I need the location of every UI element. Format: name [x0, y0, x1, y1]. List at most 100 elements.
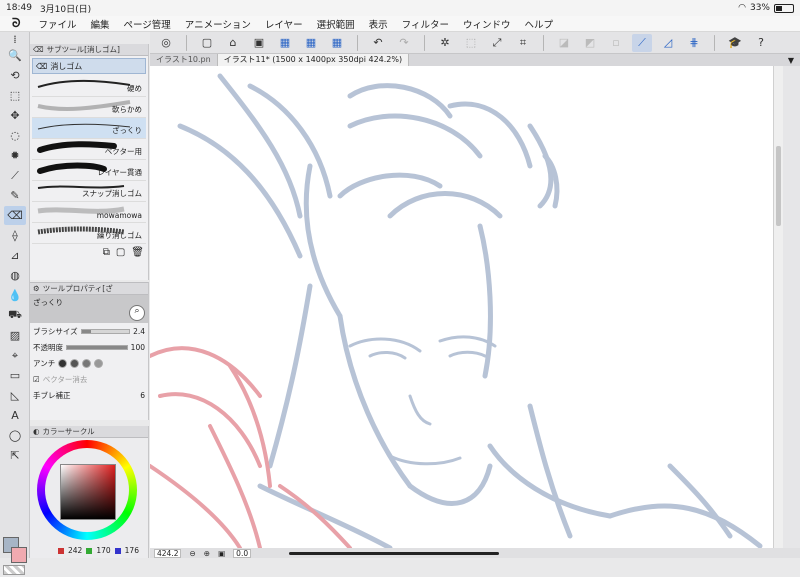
menu-selection[interactable]: 選択範囲 — [317, 17, 355, 31]
gradient-tool-icon[interactable]: ▨ — [4, 326, 26, 345]
opacity-slider[interactable] — [66, 344, 128, 350]
invert-icon[interactable]: ◪ — [554, 34, 574, 52]
tab-menu-chevron-icon[interactable]: ▼ — [788, 56, 800, 65]
select-clear-icon[interactable]: ▫ — [606, 34, 626, 52]
brush-tool-icon[interactable]: ⟠ — [4, 226, 26, 245]
ruler-snap-icon[interactable]: ⟋ — [632, 33, 652, 52]
undo-icon[interactable]: ↶ — [368, 34, 388, 52]
crop-icon[interactable]: ⌗ — [513, 34, 533, 52]
copy-subtool-icon[interactable]: ⧉ — [103, 247, 110, 258]
vector-erase-row[interactable]: ☑ ベクター消去 — [30, 371, 148, 387]
rotate-tool-icon[interactable]: ⟲ — [4, 66, 26, 85]
eraser-group-icon: ⌫ — [36, 61, 48, 71]
menu-view[interactable]: 表示 — [369, 17, 388, 31]
subtool-tab-icon[interactable]: ⌫ — [33, 45, 44, 54]
menu-edit[interactable]: 編集 — [90, 17, 109, 31]
clear-icon[interactable]: ✲ — [435, 34, 455, 52]
zoom-in-icon[interactable]: ⊕ — [204, 549, 210, 558]
brush-item[interactable]: ざっくり — [32, 118, 146, 139]
balloon-tool-icon[interactable]: ◯ — [4, 426, 26, 445]
opacity-row[interactable]: 不透明度 100 — [30, 339, 148, 355]
transform-icon[interactable]: ⬚ — [461, 34, 481, 52]
antialias-weak[interactable] — [70, 358, 80, 368]
app-swirl-icon[interactable]: ◎ — [156, 34, 176, 52]
lasso-tool-icon[interactable]: ◌ — [4, 126, 26, 145]
menu-file[interactable]: ファイル — [38, 17, 76, 31]
transparent-swatch[interactable] — [3, 565, 25, 575]
fit-icon[interactable]: ▣ — [218, 549, 225, 558]
eraser-tool-icon[interactable]: ⌫ — [4, 206, 26, 225]
blend-tool-icon[interactable]: 💧 — [4, 286, 26, 305]
learn-icon[interactable]: 🎓 — [725, 34, 745, 52]
menu-layer[interactable]: レイヤー — [265, 17, 303, 31]
fill-icon[interactable]: ⤢ — [487, 34, 507, 52]
export-png-icon[interactable]: ▦ — [327, 34, 347, 52]
magic-wand-icon[interactable]: ✹ — [4, 146, 26, 165]
airbrush-tool-icon[interactable]: ⊿ — [4, 246, 26, 265]
decoration-tool-icon[interactable]: ◍ — [4, 266, 26, 285]
antialias-strong[interactable] — [94, 358, 104, 368]
antialias-mid[interactable] — [82, 358, 92, 368]
operation-tool-icon[interactable]: ⬚ — [4, 86, 26, 105]
brush-item[interactable]: mowamowa — [32, 202, 146, 223]
color-wheel-tab-icon[interactable]: ◐ — [33, 427, 40, 436]
magnify-icon[interactable]: ⌕ — [129, 305, 145, 321]
antialias-none[interactable] — [58, 358, 68, 368]
fill-tool-icon[interactable]: ⛟ — [4, 306, 26, 325]
frame-tool-icon[interactable]: ▭ — [4, 366, 26, 385]
ruler-tool-icon[interactable]: ◺ — [4, 386, 26, 405]
menu-page[interactable]: ページ管理 — [123, 17, 170, 31]
canvas-status-bar: 424.2 ⊖ ⊕ ▣ 0.0 — [150, 548, 800, 558]
correct-line-tool-icon[interactable]: ⇱ — [4, 446, 26, 465]
brush-item[interactable]: ベクター用 — [32, 139, 146, 160]
trash-icon[interactable]: 🗑 — [131, 247, 144, 258]
brush-size-value: 2.4 — [133, 326, 145, 336]
grid-snap-icon[interactable]: ⋕ — [684, 34, 704, 52]
redo-icon[interactable]: ↷ — [394, 34, 414, 52]
angle-field[interactable]: 0.0 — [233, 548, 252, 558]
scroll-thumb[interactable] — [776, 146, 781, 226]
divider — [543, 34, 544, 51]
menu-filter[interactable]: フィルター — [402, 17, 449, 31]
export-icon[interactable]: ▦ — [275, 34, 295, 52]
menu-animation[interactable]: アニメーション — [185, 17, 251, 31]
menu-help[interactable]: ヘルプ — [525, 17, 554, 31]
subtool-group[interactable]: ⌫ 消しゴム — [32, 58, 146, 74]
brush-label: レイヤー貫通 — [97, 168, 142, 177]
zoom-out-icon[interactable]: ⊖ — [189, 549, 195, 558]
zoom-field[interactable]: 424.2 — [154, 548, 182, 558]
color-swatches[interactable] — [3, 537, 27, 577]
brush-item[interactable]: 軟らかめ — [32, 97, 146, 118]
brush-size-slider[interactable] — [80, 328, 131, 334]
brush-item[interactable]: レイヤー貫通 — [32, 160, 146, 181]
save-icon[interactable]: ▣ — [249, 34, 269, 52]
brush-item[interactable]: スナップ消しゴム — [32, 181, 146, 202]
pen-tool-icon[interactable]: ✎ — [4, 186, 26, 205]
brush-item[interactable]: 硬め — [32, 76, 146, 97]
new-subtool-icon[interactable]: ▢ — [116, 247, 125, 258]
open-folder-icon[interactable]: ⌂ — [223, 34, 243, 52]
zoom-tool-icon[interactable]: 🔍 — [4, 46, 26, 65]
help-icon[interactable]: ? — [751, 34, 771, 52]
outline-tool-icon[interactable]: ⌖ — [4, 346, 26, 365]
new-file-icon[interactable]: ▢ — [197, 34, 217, 52]
stabilization-row[interactable]: 手ブレ補正 6 — [30, 387, 148, 403]
special-ruler-icon[interactable]: ◿ — [658, 34, 678, 52]
vector-checkbox-icon[interactable]: ☑ — [33, 375, 40, 384]
eyedropper-icon[interactable]: ⟋ — [4, 166, 26, 185]
tab-illust10[interactable]: イラスト10.pn — [150, 54, 218, 66]
saturation-value-square[interactable] — [60, 464, 116, 520]
tab-illust11[interactable]: イラスト11* (1500 x 1400px 350dpi 424.2%) — [217, 54, 410, 66]
export-alt-icon[interactable]: ▦ — [301, 34, 321, 52]
menu-window[interactable]: ウィンドウ — [463, 17, 511, 31]
brush-item[interactable]: 繰り消しゴム — [32, 223, 146, 244]
property-gear-icon[interactable]: ⚙ — [33, 284, 40, 293]
text-tool-icon[interactable]: A — [4, 406, 26, 425]
vertical-scrollbar[interactable] — [773, 66, 783, 548]
sub-color-swatch[interactable] — [11, 547, 27, 563]
app-logo-icon[interactable]: ᘐ — [12, 16, 20, 31]
brush-size-row[interactable]: ブラシサイズ 2.4 — [30, 323, 148, 339]
move-tool-icon[interactable]: ✥ — [4, 106, 26, 125]
shade-icon[interactable]: ◩ — [580, 34, 600, 52]
drawing-canvas[interactable] — [150, 66, 773, 548]
